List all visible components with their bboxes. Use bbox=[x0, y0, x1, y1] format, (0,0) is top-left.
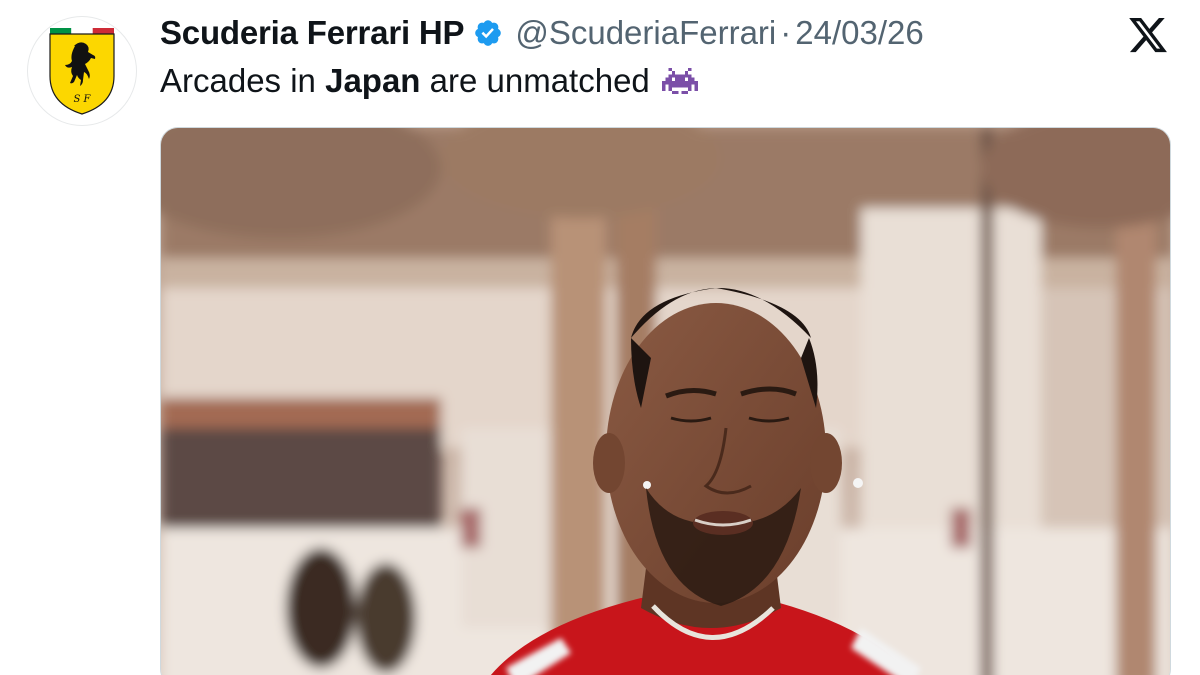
tweet-text-bold: Japan bbox=[325, 62, 421, 99]
display-name[interactable]: Scuderia Ferrari HP bbox=[160, 14, 465, 52]
tweet-card: S F Scuderia Ferrari HP @ScuderiaFerrari… bbox=[0, 0, 1200, 675]
tweet-text: Arcades in Japan are unmatched bbox=[160, 62, 698, 100]
tweet-media-video[interactable] bbox=[160, 127, 1171, 675]
verified-badge-icon[interactable] bbox=[473, 18, 503, 48]
post-date[interactable]: 24/03/26 bbox=[795, 14, 923, 52]
x-logo-icon[interactable] bbox=[1126, 14, 1170, 56]
avatar-monogram: S F bbox=[74, 94, 92, 105]
tweet-text-after: are unmatched bbox=[429, 62, 650, 99]
header-separator: · bbox=[780, 14, 792, 51]
alien-monster-icon bbox=[661, 67, 698, 95]
handle[interactable]: @ScuderiaFerrari bbox=[515, 14, 776, 52]
tweet-text-before: Arcades in bbox=[160, 62, 316, 99]
tweet-header: Scuderia Ferrari HP @ScuderiaFerrari · 2… bbox=[160, 11, 924, 55]
avatar[interactable]: S F bbox=[27, 16, 137, 126]
video-still-icon bbox=[161, 128, 1170, 675]
ferrari-shield-icon: S F bbox=[49, 28, 115, 115]
